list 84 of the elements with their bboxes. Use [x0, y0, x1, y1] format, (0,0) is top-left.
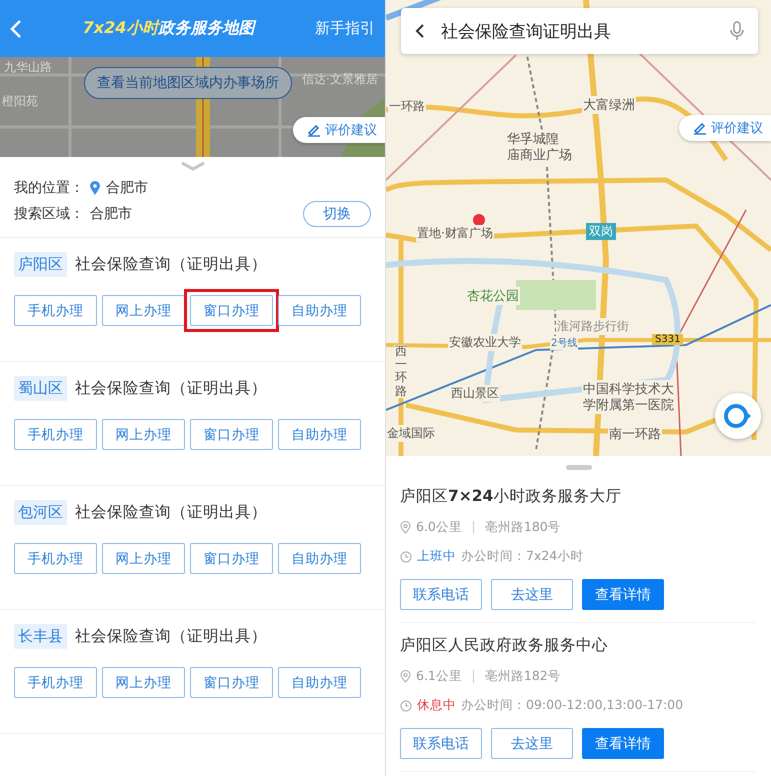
map-label: 2号线	[550, 336, 578, 350]
feedback-button[interactable]: 评价建议	[293, 117, 385, 143]
action-button[interactable]: 手机办理	[14, 419, 97, 450]
action-button[interactable]: 联系电话	[400, 728, 482, 759]
hours-text: 办公时间：09:00-12:00,13:00-17:00	[461, 697, 684, 714]
map-label: 橙阳苑	[2, 93, 38, 110]
map-label: 淮河路步行街	[556, 318, 630, 335]
action-button[interactable]: 窗口办理	[190, 295, 273, 326]
map-label: 双岗	[586, 223, 616, 240]
action-button[interactable]: 自助办理	[278, 295, 361, 326]
action-button[interactable]: 查看详情	[582, 728, 664, 759]
pen-icon	[693, 121, 707, 135]
action-button[interactable]: 去这里	[491, 579, 573, 610]
action-button[interactable]: 窗口办理	[190, 543, 273, 574]
map-label: 安徽农业大学	[448, 334, 522, 351]
map-view[interactable]: 一环路 大富绿洲 华孚城隍 庙商业广场 置地·财富广场 双岗 杏花公园 淮河路步行街 安徽农业大学 2号线 S331 西一环路 西山景区 中国科学技术大 学附属第一医院 金域国际 南一环路 评价建议 社会保险查询证明出具	[386, 0, 771, 456]
map-label: 九华山路	[4, 59, 52, 76]
map-label: 西山景区	[450, 385, 500, 402]
hours-text: 办公时间：7x24小时	[461, 548, 584, 565]
location-pin-icon	[90, 181, 100, 195]
map-label: 信达·文景雅居	[302, 71, 378, 88]
locate-button[interactable]	[715, 393, 761, 439]
service-title[interactable]: 社会保险查询（证明出具）	[75, 626, 267, 647]
action-button[interactable]: 网上办理	[102, 295, 185, 326]
switch-button[interactable]: 切换	[303, 201, 371, 227]
location-label: 我的位置：	[14, 179, 84, 197]
location-pin-icon	[400, 521, 411, 534]
map-label: 西一环路	[394, 345, 406, 398]
map-label: 一环路	[388, 98, 426, 115]
service-title[interactable]: 社会保险查询（证明出具）	[75, 378, 267, 399]
search-bar[interactable]: 社会保险查询证明出具	[401, 8, 758, 54]
status-text: 上班中	[417, 548, 456, 565]
distance-text: 6.0公里	[416, 519, 462, 536]
place-name[interactable]: 庐阳区人民政府政务服务中心	[400, 635, 757, 656]
address-text: 亳州路182号	[484, 668, 561, 685]
map-label: 庙商业广场	[506, 146, 573, 164]
map-view[interactable]: 九华山路 信达·文景雅居 橙阳苑 查看当前地图区域内办事场所 评价建议	[0, 57, 385, 157]
district-tag: 蜀山区	[14, 376, 67, 401]
clock-icon	[400, 550, 412, 562]
map-label: 杏花公园	[466, 287, 520, 305]
action-button[interactable]: 手机办理	[14, 667, 97, 698]
action-button[interactable]: 网上办理	[102, 543, 185, 574]
map-label: 大富绿洲	[582, 96, 636, 114]
map-label: 学附属第一医院	[582, 396, 675, 414]
status-text: 休息中	[417, 697, 456, 714]
action-button[interactable]: 网上办理	[102, 419, 185, 450]
area-value: 合肥市	[90, 205, 132, 223]
action-button[interactable]: 手机办理	[14, 543, 97, 574]
distance-text: 6.1公里	[416, 668, 462, 685]
map-label: S331	[652, 334, 684, 345]
action-button[interactable]: 网上办理	[102, 667, 185, 698]
location-pin-icon	[400, 670, 411, 683]
guide-link[interactable]: 新手指引	[315, 19, 375, 38]
action-button[interactable]: 查看详情	[582, 579, 664, 610]
district-tag: 庐阳区	[14, 252, 67, 277]
microphone-icon[interactable]	[730, 21, 744, 41]
map-label: 金域国际	[386, 425, 436, 442]
district-tag: 长丰县	[14, 624, 67, 649]
action-button[interactable]: 手机办理	[14, 295, 97, 326]
address-text: 亳州路180号	[484, 519, 561, 536]
action-button[interactable]: 联系电话	[400, 579, 482, 610]
back-icon[interactable]	[415, 23, 425, 39]
drag-handle[interactable]	[566, 465, 592, 470]
title-highlight: 7x24小时	[82, 18, 158, 39]
service-title[interactable]: 社会保险查询（证明出具）	[75, 502, 267, 523]
place-name[interactable]: 庐阳区7×24小时政务服务大厅	[400, 486, 757, 507]
feedback-button[interactable]: 评价建议	[679, 115, 771, 141]
action-button[interactable]: 自助办理	[278, 667, 361, 698]
search-field[interactable]: 社会保险查询证明出具	[439, 20, 716, 42]
service-title[interactable]: 社会保险查询（证明出具）	[75, 254, 267, 275]
district-tag: 包河区	[14, 500, 67, 525]
action-button[interactable]: 窗口办理	[190, 667, 273, 698]
action-button[interactable]: 去这里	[491, 728, 573, 759]
area-label: 搜索区域：	[14, 205, 84, 223]
action-button[interactable]: 自助办理	[278, 543, 361, 574]
location-value: 合肥市	[106, 179, 148, 197]
pen-icon	[307, 123, 321, 137]
map-label: 置地·财富广场	[416, 225, 494, 242]
action-button[interactable]: 窗口办理	[190, 419, 273, 450]
action-button[interactable]: 自助办理	[278, 419, 361, 450]
clock-icon	[400, 700, 412, 712]
search-area-button[interactable]: 查看当前地图区域内办事场所	[84, 67, 292, 99]
navigation-icon	[724, 402, 752, 430]
map-label: 南一环路	[608, 425, 662, 443]
